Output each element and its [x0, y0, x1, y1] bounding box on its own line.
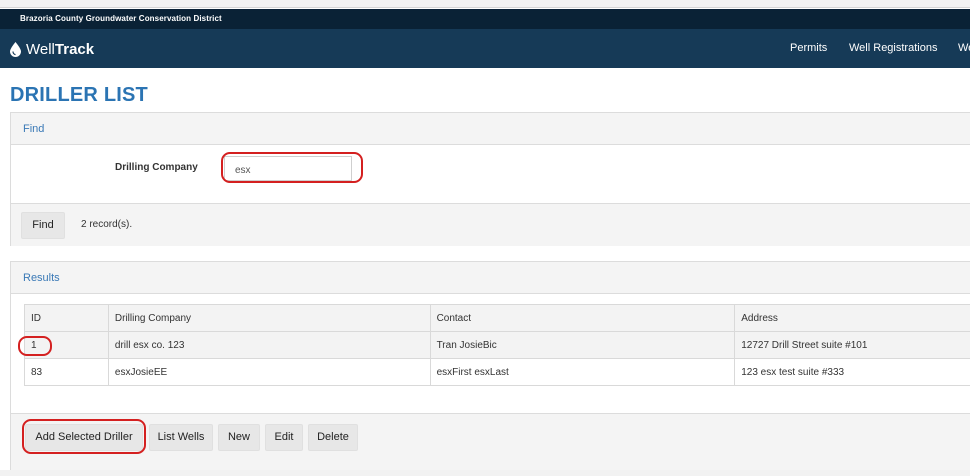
- browser-top-strip: [0, 0, 970, 8]
- edit-button[interactable]: Edit: [265, 424, 303, 451]
- cell-contact: Tran JosieBic: [429, 331, 736, 359]
- results-panel: Results ID Drilling Company Contact Addr…: [10, 261, 970, 470]
- table-header-row: ID Drilling Company Contact Address: [24, 304, 970, 332]
- find-button[interactable]: Find: [21, 212, 65, 239]
- org-name: Brazoria County Groundwater Conservation…: [20, 14, 222, 23]
- drilling-company-input[interactable]: [224, 156, 352, 181]
- cell-drilling-company: esxJosieEE: [107, 358, 431, 386]
- org-bar: Brazoria County Groundwater Conservation…: [0, 9, 970, 29]
- brand-logo[interactable]: Well Track: [10, 38, 94, 60]
- nav-item-truncated[interactable]: We: [958, 42, 970, 54]
- brand-name-part1: Well: [26, 40, 55, 58]
- water-drop-icon: [10, 41, 21, 57]
- column-header-address[interactable]: Address: [734, 304, 970, 332]
- column-header-id[interactable]: ID: [24, 304, 109, 332]
- column-header-drilling-company[interactable]: Drilling Company: [107, 304, 431, 332]
- cell-id: 1: [24, 331, 109, 359]
- record-count: 2 record(s).: [81, 219, 133, 230]
- cell-contact: esxFirst esxLast: [429, 358, 736, 386]
- results-table: ID Drilling Company Contact Address 1 dr…: [24, 304, 970, 386]
- results-panel-title: Results: [23, 272, 60, 284]
- table-row[interactable]: 83 esxJosieEE esxFirst esxLast 123 esx t…: [24, 358, 970, 386]
- nav-item-permits[interactable]: Permits: [790, 42, 827, 54]
- navbar: WellTrack Permits Well Registrations We: [0, 29, 970, 68]
- results-panel-header: Results: [11, 262, 970, 294]
- cell-drilling-company: drill esx co. 123: [107, 331, 431, 359]
- list-wells-button[interactable]: List Wells: [149, 424, 213, 451]
- nav-item-well-registrations[interactable]: Well Registrations: [849, 42, 937, 54]
- drilling-company-label: Drilling Company: [115, 162, 198, 173]
- cell-id: 83: [24, 358, 109, 386]
- find-panel-title: Find: [23, 123, 45, 135]
- column-header-contact[interactable]: Contact: [429, 304, 736, 332]
- new-button[interactable]: New: [218, 424, 260, 451]
- bottom-strip: [0, 470, 970, 476]
- find-panel: Find Drilling Company Find 2 record(s).: [10, 112, 970, 246]
- results-panel-footer: Add Selected Driller List Wells New Edit…: [11, 413, 970, 470]
- find-panel-footer: Find 2 record(s).: [11, 203, 970, 246]
- cell-address: 12727 Drill Street suite #101: [734, 331, 970, 359]
- page-title: DRILLER LIST: [10, 84, 148, 106]
- delete-button[interactable]: Delete: [308, 424, 358, 451]
- find-panel-header: Find: [11, 113, 970, 145]
- table-row[interactable]: 1 drill esx co. 123 Tran JosieBic 12727 …: [24, 331, 970, 359]
- brand-name-part2: Track: [54, 40, 95, 58]
- cell-address: 123 esx test suite #333: [734, 358, 970, 386]
- add-selected-driller-button[interactable]: Add Selected Driller: [25, 424, 143, 451]
